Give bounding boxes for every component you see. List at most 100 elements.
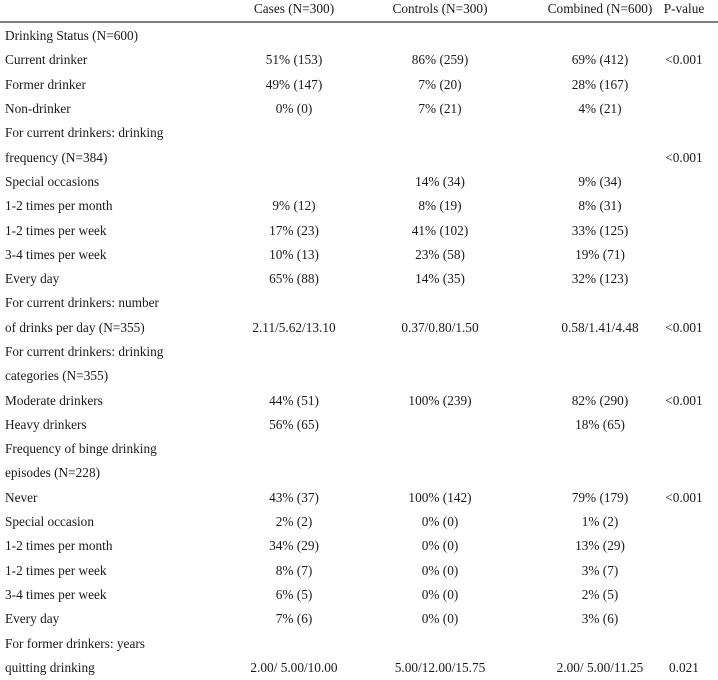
cases-value (224, 461, 364, 485)
cases-value (224, 631, 364, 655)
controls-value (370, 24, 510, 48)
controls-value (370, 437, 510, 461)
header-pvalue: P-value (663, 1, 705, 16)
controls-value (370, 364, 510, 388)
table-body: Drinking Status (N=600) Current drinker … (0, 24, 718, 680)
combined-value (530, 631, 670, 655)
table-header-row: Cases (N=300) Controls (N=300) Combined … (0, 0, 718, 23)
combined-value: 4% (21) (578, 101, 622, 117)
cases-value: 8% (7) (275, 562, 313, 578)
combined-value: 82% (290) (571, 392, 629, 408)
drinking-status-table: Cases (N=300) Controls (N=300) Combined … (0, 0, 718, 680)
cases-value: 56% (65) (269, 416, 319, 432)
table-row: quitting drinking 2.00/ 5.00/10.00 5.00/… (0, 656, 718, 680)
combined-value: 32% (123) (571, 271, 629, 287)
cases-value (224, 121, 364, 145)
controls-value: 100% (239) (408, 392, 472, 408)
pvalue-value (653, 583, 715, 607)
controls-value (370, 413, 510, 437)
pvalue-value (653, 73, 715, 97)
controls-value (370, 631, 510, 655)
pvalue-value (653, 24, 715, 48)
pvalue-value (653, 340, 715, 364)
cases-value: 7% (6) (275, 611, 313, 627)
header-cases: Cases (N=300) (253, 1, 335, 16)
table-row: For current drinkers: drinking (0, 121, 718, 145)
cases-value (224, 437, 364, 461)
pvalue-value (653, 194, 715, 218)
table-row: Special occasions 14% (34) 9% (34) (0, 170, 718, 194)
combined-value (530, 437, 670, 461)
pvalue-value (653, 170, 715, 194)
cases-value: 2.00/ 5.00/10.00 (250, 659, 338, 675)
combined-value (530, 340, 670, 364)
controls-value: 0% (0) (421, 562, 459, 578)
pvalue-value: <0.001 (665, 319, 703, 335)
controls-value (370, 291, 510, 315)
pvalue-value: <0.001 (665, 489, 703, 505)
cases-value: 2.11/5.62/13.10 (252, 319, 336, 335)
pvalue-value (653, 461, 715, 485)
pvalue-value (653, 510, 715, 534)
combined-value: 3% (7) (581, 562, 619, 578)
cases-value: 51% (153) (265, 52, 323, 68)
table-row: Never 43% (37) 100% (142) 79% (179) <0.0… (0, 486, 718, 510)
combined-value: 13% (29) (575, 538, 625, 554)
table-row: Every day 65% (88) 14% (35) 32% (123) (0, 267, 718, 291)
table-row: Former drinker 49% (147) 7% (20) 28% (16… (0, 73, 718, 97)
controls-value: 7% (20) (418, 76, 462, 92)
combined-value: 0.58/1.41/4.48 (561, 319, 639, 335)
combined-value: 3% (6) (581, 611, 619, 627)
controls-value: 23% (58) (415, 246, 465, 262)
controls-value: 100% (142) (408, 489, 472, 505)
cases-value: 10% (13) (269, 246, 319, 262)
controls-value: 86% (259) (411, 52, 469, 68)
pvalue-value: <0.001 (665, 392, 703, 408)
controls-value: 14% (35) (415, 271, 465, 287)
combined-value (530, 364, 670, 388)
table-row: 3-4 times per week 10% (13) 23% (58) 19%… (0, 243, 718, 267)
pvalue-value (653, 607, 715, 631)
controls-value: 0.37/0.80/1.50 (401, 319, 479, 335)
pvalue-value (653, 413, 715, 437)
table-row: Special occasion 2% (2) 0% (0) 1% (2) (0, 510, 718, 534)
controls-value: 5.00/12.00/15.75 (394, 659, 486, 675)
cases-value (224, 340, 364, 364)
table-row: For current drinkers: number (0, 291, 718, 315)
combined-value (530, 145, 670, 169)
pvalue-value: 0.021 (669, 659, 699, 675)
combined-value (530, 121, 670, 145)
table-row: 1-2 times per month 34% (29) 0% (0) 13% … (0, 534, 718, 558)
table-row: Current drinker 51% (153) 86% (259) 69% … (0, 48, 718, 72)
table-row: 1-2 times per week 17% (23) 41% (102) 33… (0, 218, 718, 242)
pvalue-value (653, 121, 715, 145)
combined-value (530, 24, 670, 48)
header-controls: Controls (N=300) (392, 1, 488, 16)
combined-value: 28% (167) (571, 76, 629, 92)
pvalue-value (653, 631, 715, 655)
pvalue-value: <0.001 (665, 52, 703, 68)
table-row: frequency (N=384) <0.001 (0, 145, 718, 169)
pvalue-value (653, 97, 715, 121)
combined-value: 18% (65) (575, 416, 625, 432)
pvalue-value (653, 534, 715, 558)
combined-value: 69% (412) (571, 52, 629, 68)
pvalue-value: <0.001 (665, 149, 703, 165)
cases-value: 49% (147) (265, 76, 323, 92)
table-row: Moderate drinkers 44% (51) 100% (239) 82… (0, 388, 718, 412)
controls-value (370, 145, 510, 169)
combined-value: 9% (34) (578, 173, 622, 189)
controls-value: 0% (0) (421, 611, 459, 627)
table-row: of drinks per day (N=355) 2.11/5.62/13.1… (0, 316, 718, 340)
combined-value: 1% (2) (581, 514, 619, 530)
table-row: 1-2 times per month 9% (12) 8% (19) 8% (… (0, 194, 718, 218)
pvalue-value (653, 291, 715, 315)
pvalue-value (653, 364, 715, 388)
table-row: episodes (N=228) (0, 461, 718, 485)
header-combined: Combined (N=600) (547, 1, 653, 16)
controls-value: 41% (102) (411, 222, 469, 238)
controls-value: 14% (34) (415, 173, 465, 189)
combined-value: 33% (125) (571, 222, 629, 238)
controls-value (370, 121, 510, 145)
combined-value (530, 461, 670, 485)
